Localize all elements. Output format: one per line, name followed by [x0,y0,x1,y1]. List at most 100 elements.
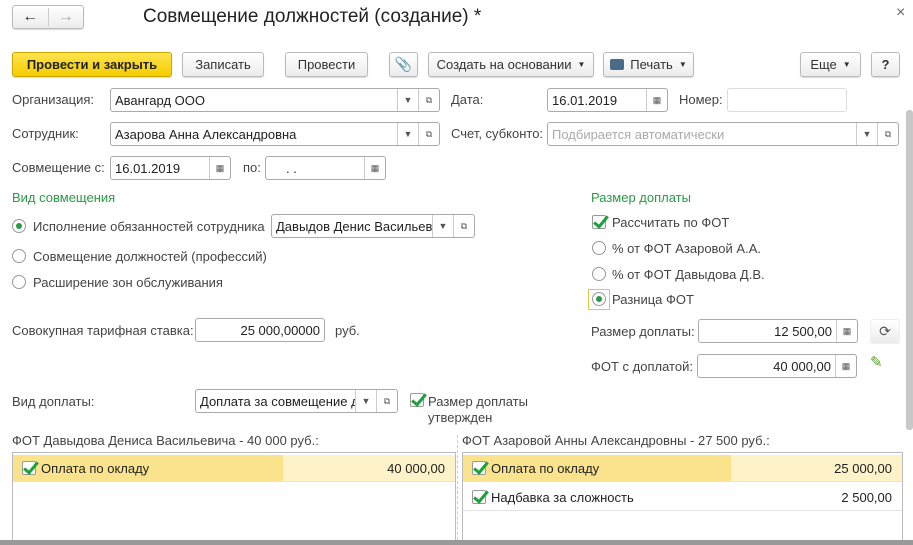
table-row[interactable]: Оплата по окладу 40 000,00 [13,455,455,482]
account-field[interactable]: Подбирается автоматически ▼ ⧉ [547,122,899,146]
fot-with-surcharge-field[interactable]: 40 000,00 ▦ [697,354,857,378]
row-checkbox[interactable] [22,461,36,475]
back-button[interactable]: ← [13,8,49,26]
payment-kind-value[interactable]: Доплата за совмещение должностей [196,394,355,409]
fot-with-surcharge-value[interactable]: 40 000,00 [698,359,835,374]
close-button[interactable]: × [896,4,905,22]
kind-option-1[interactable]: Совмещение должностей (профессий) [33,249,267,264]
calc-by-fot-checkbox[interactable] [592,215,606,229]
table-row[interactable]: Оплата по окладу 25 000,00 [463,455,902,482]
create-based-button[interactable]: Создать на основании ▼ [428,52,594,77]
chevron-down-icon[interactable]: ▼ [856,123,877,145]
print-button[interactable]: Печать ▼ [603,52,694,77]
number-field[interactable] [727,88,847,112]
to-date-field[interactable]: . . ▦ [265,156,386,180]
fot-right-table[interactable]: Оплата по окладу 25 000,00 Надбавка за с… [462,452,903,542]
amount-field[interactable]: 12 500,00 ▦ [698,319,858,343]
row-name: Надбавка за сложность [491,489,634,505]
date-value[interactable]: 16.01.2019 [548,93,646,108]
from-label: Совмещение с: [12,160,105,175]
fot-left-table[interactable]: Оплата по окладу 40 000,00 [12,452,456,542]
calculator-icon[interactable]: ▦ [835,355,856,377]
rate-value[interactable]: 25 000,00000 [196,323,324,338]
row-amount: 25 000,00 [731,455,902,481]
account-label: Счет, субконто: [451,126,544,141]
scrollbar[interactable] [906,110,913,430]
fot-right-title: ФОТ Азаровой Анны Александровны - 27 500… [462,433,770,448]
surcharge-option-2[interactable]: Разница ФОТ [612,292,694,307]
org-value[interactable]: Авангард ООО [111,93,397,108]
kind-title: Вид совмещения [12,190,116,205]
chevron-down-icon: ▼ [678,60,687,69]
row-name: Оплата по окладу [41,460,150,476]
employee-field[interactable]: Азарова Анна Александровна ▼ ⧉ [110,122,440,146]
chevron-down-icon[interactable]: ▼ [397,123,418,145]
fot-with-surcharge-label: ФОТ с доплатой: [591,359,693,374]
surcharge-radio-2[interactable] [592,292,606,306]
post-and-close-button[interactable]: Провести и закрыть [12,52,172,77]
to-label: по: [243,160,261,175]
chevron-down-icon[interactable]: ▼ [397,89,418,111]
date-label: Дата: [451,92,484,107]
attach-button[interactable]: 📎 [389,52,418,77]
forward-button[interactable]: → [49,8,84,26]
row-name: Оплата по окладу [491,460,600,476]
from-date-value[interactable]: 16.01.2019 [111,161,209,176]
more-label: Еще [810,57,837,72]
chevron-down-icon: ▼ [842,60,851,69]
row-checkbox[interactable] [472,490,486,504]
pencil-icon[interactable]: ✎ [870,353,883,371]
open-icon[interactable]: ⧉ [453,215,474,237]
chevron-down-icon[interactable]: ▼ [355,390,376,412]
rate-label: Совокупная тарифная ставка: [12,323,194,338]
surcharge-option-0[interactable]: % от ФОТ Азаровой А.А. [612,241,761,256]
payment-kind-field[interactable]: Доплата за совмещение должностей▼⧉ [195,389,398,413]
payment-kind-label: Вид доплаты: [12,394,95,409]
refresh-icon: ⟳ [879,323,891,339]
row-checkbox[interactable] [472,461,486,475]
replaced-employee-field[interactable]: Давыдов Денис Васильевич ▼ ⧉ [271,214,475,238]
open-icon[interactable]: ⧉ [418,89,439,111]
create-based-label: Создать на основании [436,57,572,72]
more-button[interactable]: Еще ▼ [800,52,861,77]
surcharge-radio-0[interactable] [592,241,606,255]
refresh-button[interactable]: ⟳ [870,319,900,344]
calendar-icon[interactable]: ▦ [646,89,667,111]
kind-option-2[interactable]: Расширение зон обслуживания [33,275,223,290]
date-field[interactable]: 16.01.2019 ▦ [547,88,668,112]
table-row[interactable]: Надбавка за сложность 2 500,00 [463,484,902,511]
calc-by-fot-label[interactable]: Рассчитать по ФОТ [612,215,729,230]
fot-left-title: ФОТ Давыдова Дениса Васильевича - 40 000… [12,433,319,448]
open-icon[interactable]: ⧉ [376,390,397,412]
save-button[interactable]: Записать [182,52,264,77]
to-date-value[interactable]: . . [266,161,364,176]
calendar-icon[interactable]: ▦ [209,157,230,179]
chevron-down-icon[interactable]: ▼ [432,215,453,237]
kind-radio-2[interactable] [12,275,26,289]
kind-option-0[interactable]: Исполнение обязанностей сотрудника [33,219,265,234]
kind-radio-1[interactable] [12,249,26,263]
surcharge-radio-1[interactable] [592,267,606,281]
from-date-field[interactable]: 16.01.2019 ▦ [110,156,231,180]
divider [457,435,458,545]
replaced-employee-value[interactable]: Давыдов Денис Васильевич [272,219,432,234]
calculator-icon[interactable]: ▦ [836,320,857,342]
org-field[interactable]: Авангард ООО ▼ ⧉ [110,88,440,112]
kind-radio-0[interactable] [12,219,26,233]
approved-label-1[interactable]: Размер доплаты [428,394,528,409]
account-placeholder[interactable]: Подбирается автоматически [548,127,856,142]
bottom-border [0,540,913,545]
post-button[interactable]: Провести [285,52,368,77]
row-amount: 2 500,00 [841,489,892,505]
approved-checkbox[interactable] [410,393,424,407]
calendar-icon[interactable]: ▦ [364,157,385,179]
amount-value[interactable]: 12 500,00 [699,324,836,339]
employee-label: Сотрудник: [12,126,79,141]
surcharge-option-1[interactable]: % от ФОТ Давыдова Д.В. [612,267,765,282]
approved-label-2[interactable]: утвержден [428,410,492,425]
help-button[interactable]: ? [871,52,900,77]
open-icon[interactable]: ⧉ [877,123,898,145]
rate-field[interactable]: 25 000,00000 [195,318,325,342]
open-icon[interactable]: ⧉ [418,123,439,145]
employee-value[interactable]: Азарова Анна Александровна [111,127,397,142]
